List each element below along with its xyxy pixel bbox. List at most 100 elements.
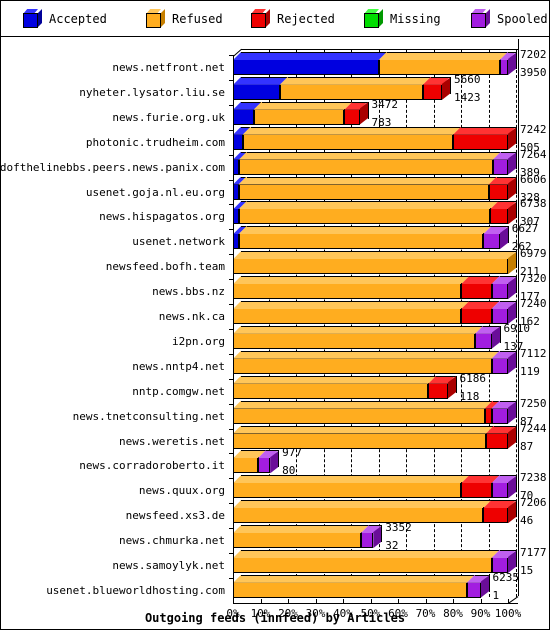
bar-value-label-bottom: 1423 xyxy=(454,90,481,104)
x-tick-10% xyxy=(260,598,262,604)
bar-segment-rejected xyxy=(490,201,516,225)
bar-segment-refused xyxy=(378,52,508,75)
bar-value-label-bottom: 1 xyxy=(492,588,500,602)
category-label: usenet.goja.nl.eu.org xyxy=(85,185,225,199)
bar-segment-spooled xyxy=(483,226,508,250)
bar-segment-spooled xyxy=(492,151,516,175)
chart-title: Outgoing feeds (innfeed) by Articles xyxy=(144,611,406,625)
bar-segment-refused xyxy=(238,201,499,225)
bar-segment-rejected xyxy=(461,276,500,300)
bar-value-label-top: 6910 xyxy=(503,321,531,335)
bar-value-label-top: 7250 xyxy=(520,396,547,410)
bar-value-label-bottom: 87 xyxy=(520,439,534,453)
bar-segment-spooled xyxy=(360,525,382,549)
bar-segment-rejected xyxy=(422,76,450,100)
plot-top-edge xyxy=(241,49,518,50)
bar-value-label-top: 6738 xyxy=(520,197,547,211)
legend-item-accepted: Accepted xyxy=(23,1,107,36)
bar-segment-spooled xyxy=(499,52,516,75)
bar-segment-rejected xyxy=(461,475,500,499)
bar-segment-refused xyxy=(233,251,516,275)
bar-segment-refused xyxy=(233,525,369,549)
bar-segment-spooled xyxy=(491,350,516,374)
bar-value-label-top: 3472 xyxy=(371,97,399,111)
bar-segment-refused xyxy=(233,375,437,399)
x-tick-90% xyxy=(480,598,482,604)
bar-segment-rejected xyxy=(453,126,516,150)
bar-value-label-top: 6627 xyxy=(511,222,539,236)
legend-swatch-spooled-icon xyxy=(471,9,490,28)
bar-value-label-bottom: 15 xyxy=(520,564,534,577)
bar-value-label-top: 7242 xyxy=(520,122,547,136)
x-tick-60% xyxy=(398,598,399,604)
x-tick-70% xyxy=(425,598,427,604)
plot-area: news.netfront.net nyheter.lysator.liu.se n… xyxy=(1,37,549,629)
legend-swatch-accepted-icon xyxy=(23,9,42,28)
bar-segment-accepted xyxy=(233,76,288,100)
x-axis-line xyxy=(233,602,518,604)
bar-segment-refused xyxy=(239,151,501,175)
category-label: usenet.network xyxy=(132,235,225,249)
bar-value-label-top: 977 xyxy=(282,446,302,460)
bar-segment-refused xyxy=(233,450,266,474)
bar-segment-spooled xyxy=(257,450,279,474)
category-label: news.hispagatos.org xyxy=(99,210,225,224)
category-label: photonic.trudheim.com xyxy=(85,135,225,149)
bar-segment-accepted xyxy=(233,126,251,150)
bar-value-label-top: 7264 xyxy=(520,147,547,161)
bar-segment-spooled xyxy=(475,325,500,349)
legend-label-rejected: Rejected xyxy=(277,11,335,26)
bar-segment-rejected xyxy=(488,176,516,200)
bar-segment-spooled xyxy=(491,475,516,499)
category-label: nntp.comgw.net xyxy=(132,384,225,398)
bar-value-label-top: 6606 xyxy=(520,172,547,186)
legend-item-missing: Missing xyxy=(364,1,441,36)
bar-value-label-top: 3352 xyxy=(385,521,412,535)
legend-label-spooled: Spooled xyxy=(497,11,548,26)
category-label: endofthelinebbs.peers.news.panix.com xyxy=(0,160,225,174)
bar-segment-accepted xyxy=(233,101,262,125)
bar-segment-rejected xyxy=(486,425,516,449)
bar-value-label-top: 7240 xyxy=(520,297,547,310)
legend-label-missing: Missing xyxy=(390,11,441,26)
category-label: news.corradoroberto.it xyxy=(79,459,225,473)
bar-value-label-top: 6235 xyxy=(492,570,520,584)
legend-swatch-missing-icon xyxy=(364,9,383,28)
bar-segment-refused xyxy=(233,276,470,300)
legend-item-spooled: Spooled xyxy=(471,1,548,36)
bar-value-label-top: 6979 xyxy=(520,247,547,261)
bar-segment-rejected xyxy=(344,101,368,125)
bar-value-label-top: 7244 xyxy=(520,421,547,435)
bar-value-label-bottom: 46 xyxy=(520,514,534,528)
category-label: nyheter.lysator.liu.se xyxy=(79,85,225,99)
bar-segment-refused xyxy=(233,325,483,349)
category-label: i2pn.org xyxy=(172,334,225,348)
y-axis-line xyxy=(518,39,519,596)
bar-segment-refused xyxy=(242,126,461,150)
category-label: news.netfront.net xyxy=(112,61,225,74)
legend-label-accepted: Accepted xyxy=(49,11,107,26)
bar-segment-refused xyxy=(233,550,500,573)
category-label: usenet.blueworldhosting.com xyxy=(46,583,225,597)
category-label: news.nntp4.net xyxy=(132,359,225,373)
bar-value-label-top: 5660 xyxy=(454,72,481,86)
bar-value-label-bottom: 119 xyxy=(520,364,540,378)
category-label: newsfeed.bofh.team xyxy=(105,260,225,274)
chart-container: Accepted Refused Rejected Missing Spooled ne… xyxy=(0,0,550,630)
bar-segment-spooled xyxy=(466,574,489,598)
bar-value-label-top: 7206 xyxy=(520,496,547,510)
bar-segment-spooled xyxy=(491,276,516,300)
bar-segment-refused xyxy=(279,76,431,100)
bar-segment-spooled xyxy=(491,400,516,424)
category-label: news.bbs.nz xyxy=(152,285,225,299)
bar-value-label-top: 7320 xyxy=(520,272,547,286)
legend-swatch-refused-icon xyxy=(146,9,165,28)
bar-segment-rejected xyxy=(461,301,500,324)
bar-segment-rejected xyxy=(484,400,500,424)
legend-item-rejected: Rejected xyxy=(251,1,335,36)
bar-value-label-top: 7112 xyxy=(520,346,547,360)
bar-segment-refused xyxy=(233,301,470,324)
bar-segment-refused xyxy=(233,400,493,424)
bar-segment-accepted xyxy=(233,52,387,75)
legend-label-refused: Refused xyxy=(172,11,223,26)
